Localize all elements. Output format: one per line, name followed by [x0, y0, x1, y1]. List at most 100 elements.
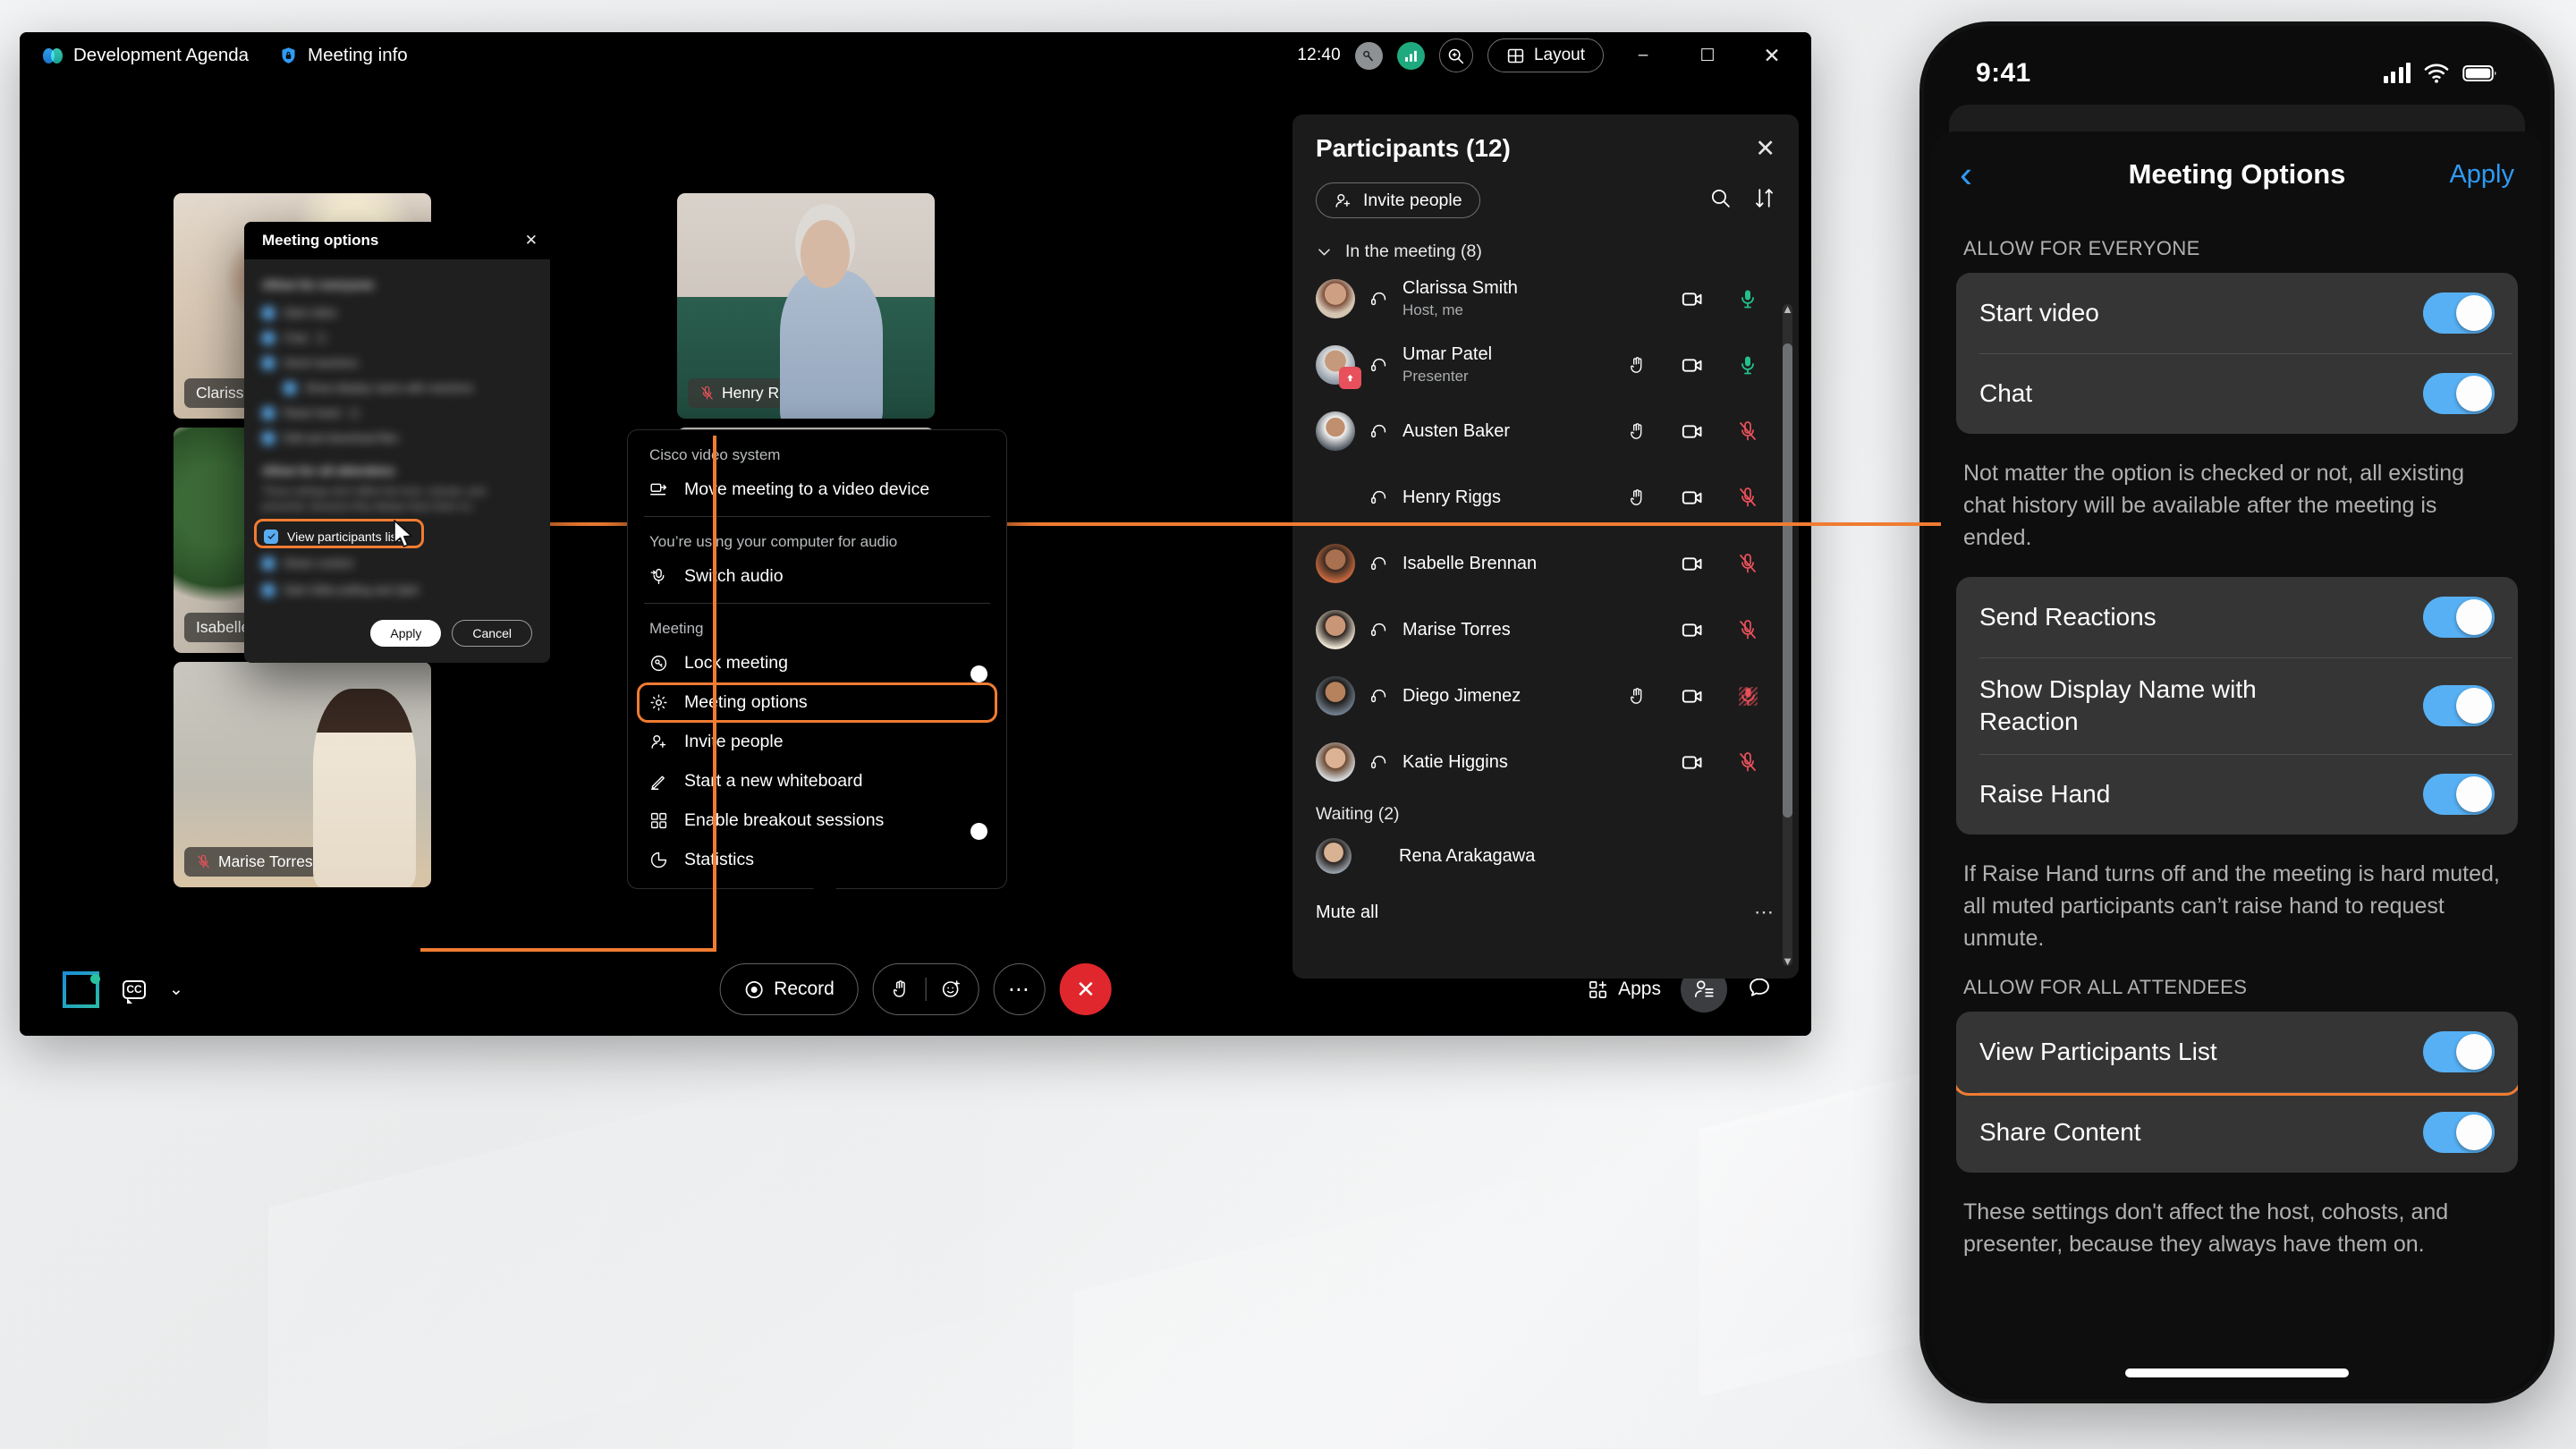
- start-video-toggle[interactable]: [2423, 292, 2495, 334]
- option-raise-hand[interactable]: Raise hand i: [262, 401, 532, 426]
- mic-off-icon[interactable]: [1720, 619, 1775, 640]
- mic-on-icon[interactable]: [1720, 288, 1775, 309]
- option-chat[interactable]: Chat i: [262, 326, 532, 351]
- sort-participants-icon[interactable]: [1753, 187, 1775, 214]
- menu-item-statistics[interactable]: Statistics: [628, 840, 1006, 879]
- show-display-name-toggle[interactable]: [2423, 685, 2495, 726]
- video-tile[interactable]: Henry Riggs: [677, 193, 935, 419]
- raise-hand-icon[interactable]: [890, 979, 911, 1000]
- more-options-button[interactable]: ⋯: [993, 963, 1046, 1015]
- video-on-icon[interactable]: [1665, 486, 1720, 510]
- phone-row-show-display-name[interactable]: Show Display Name with Reaction: [1956, 657, 2518, 754]
- info-icon[interactable]: i: [349, 408, 360, 419]
- raise-hand-icon[interactable]: [1609, 686, 1665, 707]
- video-tile[interactable]: Marise Torres: [174, 662, 431, 887]
- option-share-content[interactable]: Share content: [262, 550, 532, 577]
- video-on-icon[interactable]: [1665, 684, 1720, 708]
- option-start-slido-polling[interactable]: Start Slido polling and Q&A: [262, 577, 532, 604]
- add-reaction-icon[interactable]: [941, 979, 962, 1000]
- option-send-reactions[interactable]: Send reactions: [262, 351, 532, 376]
- option-start-video[interactable]: Start video: [262, 301, 532, 326]
- video-on-icon[interactable]: [1665, 618, 1720, 642]
- mute-all-more-icon[interactable]: ⋯: [1754, 901, 1775, 924]
- captions-chevron-icon[interactable]: ⌄: [169, 979, 183, 1000]
- reactions-group[interactable]: [872, 963, 979, 1015]
- network-bars-icon[interactable]: [1396, 41, 1425, 70]
- phone-row-send-reactions[interactable]: Send Reactions: [1956, 577, 2518, 657]
- in-the-meeting-section-header[interactable]: In the meeting (8): [1292, 218, 1799, 266]
- raise-hand-icon[interactable]: [1609, 421, 1665, 442]
- phone-row-share-content[interactable]: Share Content: [1956, 1092, 2518, 1173]
- participant-row[interactable]: Marise Torres: [1292, 597, 1799, 663]
- waiting-section-header[interactable]: Waiting (2): [1292, 795, 1799, 828]
- participants-scrollbar[interactable]: ▲ ▼: [1782, 302, 1793, 968]
- phone-row-view-participants-list[interactable]: View Participants List: [1956, 1012, 2518, 1092]
- view-participants-list-toggle[interactable]: [2423, 1031, 2495, 1072]
- apps-button[interactable]: Apps: [1588, 979, 1661, 1000]
- mic-hard-muted-icon[interactable]: [1720, 685, 1775, 708]
- video-on-icon[interactable]: [1665, 353, 1720, 377]
- video-on-icon[interactable]: [1665, 750, 1720, 775]
- layout-button[interactable]: Layout: [1487, 38, 1604, 72]
- mute-all-row[interactable]: Mute all ⋯: [1292, 884, 1799, 941]
- phone-row-chat[interactable]: Chat: [1956, 353, 2518, 434]
- connection-quality-icon[interactable]: [1354, 41, 1383, 70]
- send-reactions-toggle[interactable]: [2423, 597, 2495, 638]
- info-icon[interactable]: i: [316, 333, 327, 343]
- participant-row[interactable]: Umar Patel Presenter: [1292, 332, 1799, 398]
- participants-panel-close-icon[interactable]: ✕: [1755, 136, 1775, 161]
- menu-item-meeting-options[interactable]: Meeting options: [628, 682, 1006, 723]
- chat-panel-button[interactable]: [1747, 975, 1772, 1004]
- dialog-apply-button[interactable]: Apply: [370, 619, 442, 647]
- menu-item-start-new-whiteboard[interactable]: Start a new whiteboard: [628, 761, 1006, 801]
- participant-row[interactable]: Katie Higgins: [1292, 729, 1799, 795]
- option-edit-and-download-files[interactable]: Edit and download files: [262, 426, 532, 451]
- closed-captions-icon[interactable]: CC: [123, 979, 146, 1004]
- scroll-up-icon[interactable]: ▲: [1782, 302, 1793, 316]
- raise-hand-icon[interactable]: [1609, 355, 1665, 376]
- participant-row[interactable]: Diego Jimenez: [1292, 663, 1799, 729]
- scrollbar-thumb[interactable]: [1783, 343, 1792, 818]
- menu-item-switch-audio[interactable]: Switch audio: [628, 556, 1006, 596]
- window-close-button[interactable]: ✕: [1747, 36, 1797, 75]
- chat-toggle[interactable]: [2423, 373, 2495, 414]
- window-minimize-button[interactable]: –: [1618, 36, 1668, 75]
- participant-row[interactable]: Henry Riggs: [1292, 464, 1799, 530]
- participant-row[interactable]: Clarissa Smith Host, me: [1292, 266, 1799, 332]
- menu-item-lock-meeting[interactable]: Lock meeting: [628, 643, 1006, 682]
- mic-off-icon[interactable]: [1720, 751, 1775, 773]
- video-on-icon[interactable]: [1665, 419, 1720, 444]
- video-on-icon[interactable]: [1665, 552, 1720, 576]
- invite-people-button[interactable]: Invite people: [1316, 182, 1480, 218]
- checkbox-checked[interactable]: [264, 529, 278, 544]
- participant-row[interactable]: Isabelle Brennan: [1292, 530, 1799, 597]
- mic-on-icon[interactable]: [1720, 354, 1775, 376]
- search-participants-icon[interactable]: [1709, 187, 1732, 214]
- meeting-title-item[interactable]: Development Agenda: [43, 45, 249, 66]
- zoom-search-button[interactable]: [1438, 38, 1473, 72]
- self-avatar[interactable]: [63, 970, 100, 1008]
- menu-item-move-meeting-to-video-device[interactable]: Move meeting to a video device: [628, 470, 1006, 509]
- option-show-display-name-with-reactions[interactable]: Show display name with reactions: [262, 376, 532, 401]
- window-maximize-button[interactable]: ☐: [1682, 36, 1733, 75]
- sheet-apply-button[interactable]: Apply: [2449, 160, 2514, 190]
- menu-item-invite-people[interactable]: Invite people: [628, 722, 1006, 761]
- participant-row[interactable]: Rena Arakagawa: [1292, 828, 1799, 884]
- mic-off-icon[interactable]: [1720, 487, 1775, 508]
- mic-off-icon[interactable]: [1720, 553, 1775, 574]
- dialog-close-icon[interactable]: ✕: [525, 232, 538, 250]
- share-content-toggle[interactable]: [2423, 1112, 2495, 1153]
- scroll-down-icon[interactable]: ▼: [1782, 954, 1793, 968]
- leave-meeting-button[interactable]: ✕: [1059, 963, 1112, 1015]
- meeting-info-item[interactable]: Meeting info: [279, 45, 408, 66]
- raise-hand-toggle[interactable]: [2423, 774, 2495, 815]
- participant-row[interactable]: Austen Baker: [1292, 398, 1799, 464]
- menu-item-enable-breakout-sessions[interactable]: Enable breakout sessions: [628, 801, 1006, 840]
- back-button[interactable]: ‹: [1960, 156, 1972, 193]
- phone-row-raise-hand[interactable]: Raise Hand: [1956, 754, 2518, 835]
- dialog-cancel-button[interactable]: Cancel: [452, 619, 532, 647]
- mic-off-icon[interactable]: [1720, 420, 1775, 442]
- video-on-icon[interactable]: [1665, 287, 1720, 311]
- phone-row-start-video[interactable]: Start video: [1956, 273, 2518, 353]
- raise-hand-icon[interactable]: [1609, 487, 1665, 508]
